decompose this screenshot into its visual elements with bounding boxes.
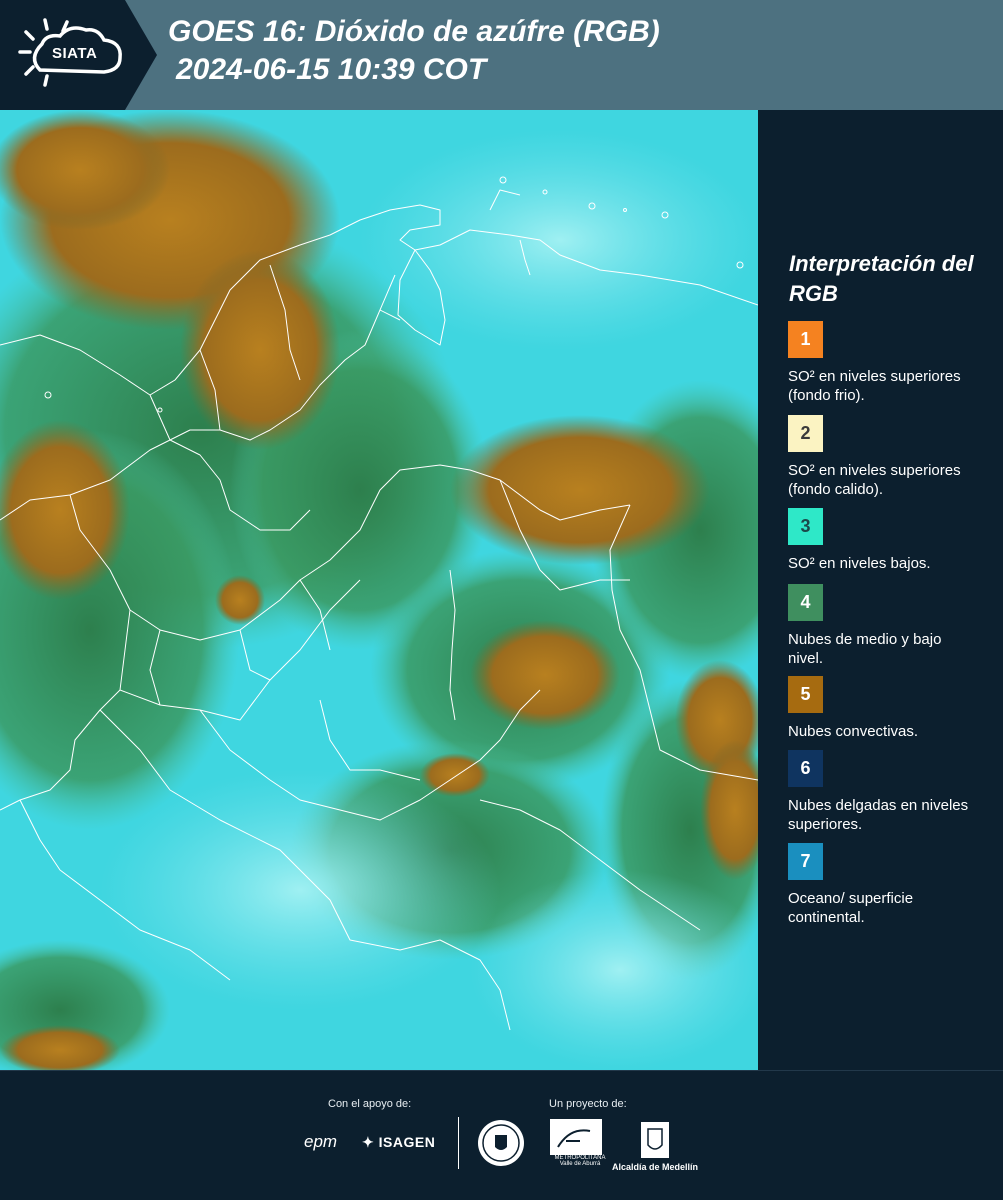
siata-logo: SIATA (0, 0, 160, 110)
legend-label-3: SO² en niveles bajos. (788, 555, 931, 572)
epm-logo: epm (304, 1132, 338, 1151)
legend-label-1: SO² en niveles superiores (fondo frio). (788, 368, 961, 404)
area-logo-caption: METROPOLITANA Valle de Aburrá (554, 1155, 606, 1167)
legend-panel: Interpretación del RGB 1 SO² en niveles … (760, 110, 1003, 1070)
satellite-image (0, 110, 758, 1070)
timestamp-title: 2024-06-15 10:39 COT (176, 53, 487, 86)
siata-logo-text: SIATA (52, 45, 98, 62)
isagen-logo: ✦ ISAGEN (362, 1134, 435, 1151)
page-title: GOES 16: Dióxido de azúfre (RGB) (168, 15, 660, 48)
legend-label-7: Oceano/ superficie continental. (788, 890, 914, 926)
alcaldia-logo-text: Alcaldía de Medellín (612, 1162, 699, 1172)
legend-swatch-2: 2 (788, 415, 823, 452)
legend-swatch-4: 4 (788, 584, 823, 621)
isagen-logo-text: ISAGEN (378, 1134, 436, 1150)
legend-title: Interpretación del RGB (789, 251, 974, 306)
legend-swatch-3: 3 (788, 508, 823, 545)
legend-label-5: Nubes convectivas. (788, 723, 919, 740)
legend-label-4: Nubes de medio y bajo nivel. (788, 631, 942, 667)
legend-swatch-7: 7 (788, 843, 823, 880)
legend-swatch-5: 5 (788, 676, 823, 713)
alcaldia-crest-icon (641, 1122, 669, 1158)
footer-bar: Con el apoyo de: Un proyecto de: epm ✦ I… (0, 1070, 1003, 1200)
legend-label-6: Nubes delgadas en niveles superiores. (788, 797, 969, 833)
header-bar: SIATA GOES 16: Dióxido de azúfre (RGB) 2… (0, 0, 1003, 110)
legend-swatch-6: 6 (788, 750, 823, 787)
legend-swatch-1: 1 (788, 321, 823, 358)
support-label: Con el apoyo de: (328, 1098, 412, 1110)
satellite-map[interactable] (0, 110, 758, 1070)
legend-label-2: SO² en niveles superiores (fondo calido)… (788, 462, 961, 498)
medellin-seal-icon (478, 1120, 524, 1166)
isagen-mark-icon: ✦ (362, 1134, 375, 1150)
footer-divider (458, 1117, 459, 1169)
project-label: Un proyecto de: (549, 1098, 627, 1110)
